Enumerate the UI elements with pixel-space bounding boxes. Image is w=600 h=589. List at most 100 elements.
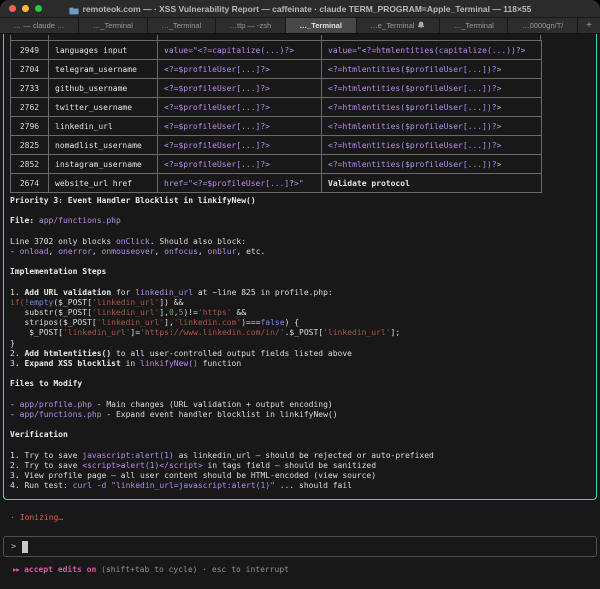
table-cell: 2796 [11,117,49,136]
table-cell: github_username [49,79,158,98]
table-cell: <?=htmlentities($profileUser[...])?> [322,117,542,136]
tab-label: …0000gn/T/ [522,21,563,30]
table-cell: <?=htmlentities($profileUser[...])?> [322,155,542,174]
output-line: - onload, onerror, onmouseover, onfocus,… [10,247,596,257]
output-line [10,369,596,379]
esc-hint: esc to interrupt [212,565,289,574]
spinner-icon: · [10,513,15,522]
table-cell: 2704 [11,60,49,79]
table-cell: <?=$profileUser[...]?> [158,98,322,117]
tab-label: …_Terminal [93,21,133,30]
table-cell: instagram_username [49,155,158,174]
table-cell: <?=htmlentities($profileUser[...])?> [322,60,542,79]
window-title: remoteok.com — · XSS Vulnerability Repor… [83,4,532,14]
tab-label: …ttp — -zsh [230,21,272,30]
table-row: 2674website_url hrefhref="<?=$profileUse… [11,174,542,193]
table-row: 2852instagram_username<?=$profileUser[..… [11,155,542,174]
tab[interactable]: …_Terminal [148,18,216,33]
output-line: Line 3702 only blocks onClick. Should al… [10,237,596,247]
table-body: 2949languages inputvalue="<?=capitalize(… [11,41,542,193]
table-cell: telegram_username [49,60,158,79]
table-cell: <?=$profileUser[...]?> [158,117,322,136]
traffic-lights [0,5,42,12]
new-tab-button[interactable]: + [578,18,600,33]
tab[interactable]: …ttp — -zsh [216,18,286,33]
output-line [10,390,596,400]
table-row: 2762twitter_username<?=$profileUser[...]… [11,98,542,117]
minimize-button[interactable] [22,5,29,12]
folder-icon [69,0,79,19]
tab[interactable]: …_Terminal [440,18,508,33]
output-line: substr($_POST['linkedin_url'],0,5)!='htt… [10,308,596,318]
output-line: Verification [10,430,596,440]
tab[interactable]: …_Terminal [79,18,147,33]
terminal-content[interactable]: 2949languages inputvalue="<?=capitalize(… [0,34,600,589]
table-cell: <?=htmlentities($profileUser[...])?> [322,79,542,98]
table-row: 2704telegram_username<?=$profileUser[...… [11,60,542,79]
output-line [10,420,596,430]
tab-label: …_Terminal [300,21,342,30]
table-row: 2733github_username<?=$profileUser[...]?… [11,79,542,98]
table-cell: twitter_username [49,98,158,117]
spinner-text: Ionizing… [20,513,63,522]
tab[interactable]: … — claude … [0,18,79,33]
terminal-window: remoteok.com — · XSS Vulnerability Repor… [0,0,600,589]
table-row: 2796linkedin_url<?=$profileUser[...]?><?… [11,117,542,136]
tab-label: … — claude … [14,21,65,30]
table-cell: nomadlist_username [49,136,158,155]
table-cell: 2733 [11,79,49,98]
table-cell: website_url href [49,174,158,193]
table-cell: <?=htmlentities($profileUser[...])?> [322,98,542,117]
table-row: 2825nomadlist_username<?=$profileUser[..… [11,136,542,155]
output-line [10,206,596,216]
table-cell: <?=$profileUser[...]?> [158,155,322,174]
table-cell: languages input [49,41,158,60]
tab-label: …e_Terminal [370,21,414,30]
table-cell: value="<?=capitalize(...)?> [158,41,322,60]
output-line: - app/functions.php - Expand event handl… [10,410,596,420]
table-cell: <?=htmlentities($profileUser[...])?> [322,136,542,155]
close-button[interactable] [9,5,16,12]
status-separator: · [197,565,211,574]
output-line: $_POST['linkedin_url']='https://www.link… [10,328,596,338]
tab-label: …_Terminal [161,21,201,30]
table-cell: value="<?=htmlentities(capitalize(...))?… [322,41,542,60]
tab-label: …_Terminal [454,21,494,30]
output-line: if(!empty($_POST['linkedin_url']) && [10,298,596,308]
table-cell: Validate protocol [322,174,542,193]
table-cell: 2674 [11,174,49,193]
output-line: Priority 3: Event Handler Blocklist in l… [10,196,596,206]
output-line [10,441,596,451]
table-cell: 2949 [11,41,49,60]
table-cell: 2825 [11,136,49,155]
output-line: } [10,339,596,349]
table-cell: 2762 [11,98,49,117]
output-line: Files to Modify [10,379,596,389]
tab-active[interactable]: …_Terminal [286,18,357,33]
output-line: stripos($_POST['linkedin_url'],'linkedin… [10,318,596,328]
output-line: 2. Add htmlentities() to all user-contro… [10,349,596,359]
output-line: - app/profile.php - Main changes (URL va… [10,400,596,410]
output-line: 1. Add URL validation for linkedin_url a… [10,288,596,298]
tab[interactable]: …e_Terminal [357,18,441,33]
tab[interactable]: …0000gn/T/ [508,18,578,33]
output-line [10,278,596,288]
assistant-output: Priority 3: Event Handler Blocklist in l… [10,196,596,491]
cycle-hint: (shift+tab to cycle) [101,565,197,574]
output-line: 3. Expand XSS blocklist in linkifyNew() … [10,359,596,369]
output-line [10,227,596,237]
table-cell: <?=$profileUser[...]?> [158,60,322,79]
text-cursor [22,541,28,553]
output-line: Implementation Steps [10,267,596,277]
zoom-button[interactable] [35,5,42,12]
output-line: 2. Try to save <script>alert(1)</script>… [10,461,596,471]
output-line: 4. Run test: curl -d "linkedin_url=javas… [10,481,596,491]
prompt-input[interactable]: > [3,536,597,557]
prompt-symbol: > [11,542,16,552]
table-cell: <?=$profileUser[...]?> [158,136,322,155]
table-cell: href="<?=$profileUser[...]?>" [158,174,322,193]
status-line: ▶▶ accept edits on (shift+tab to cycle) … [13,565,289,574]
xss-findings-table: 2949languages inputvalue="<?=capitalize(… [10,40,542,193]
assistant-response-box: 2949languages inputvalue="<?=capitalize(… [3,34,597,500]
mode-label: accept edits on [19,565,101,574]
